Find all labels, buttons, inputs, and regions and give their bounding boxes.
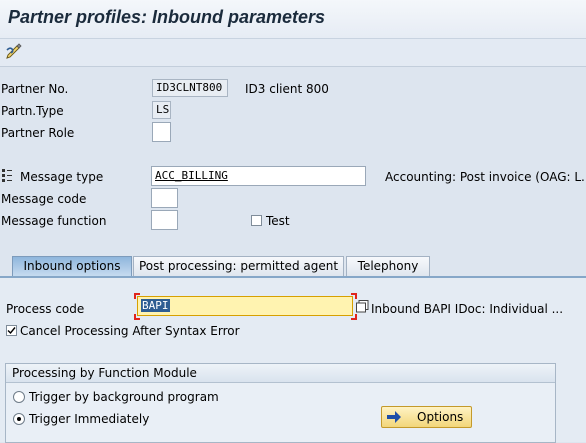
partner-no-description: ID3 client 800 [245, 82, 329, 96]
partner-no-field: ID3CLNT800 [152, 79, 228, 97]
test-label: Test [266, 214, 290, 228]
test-checkbox[interactable] [251, 215, 262, 226]
cancel-processing-checkbox[interactable] [6, 325, 17, 336]
required-marker-tl [134, 293, 140, 299]
required-marker-bl [134, 314, 140, 320]
message-type-field[interactable]: ACC_BILLING [151, 166, 366, 186]
message-function-field[interactable] [151, 210, 178, 230]
tab-inbound-options[interactable]: Inbound options [12, 256, 132, 276]
message-type-description: Accounting: Post invoice (OAG: L... [385, 170, 586, 184]
page-title: Partner profiles: Inbound parameters [8, 7, 326, 27]
message-code-field[interactable] [151, 188, 178, 208]
message-type-icon [2, 169, 12, 183]
function-module-group-title: Processing by Function Module [12, 366, 197, 380]
partner-type-label: Partn.Type [1, 104, 64, 118]
trigger-background-radio[interactable] [13, 391, 25, 403]
required-marker-br [351, 314, 357, 320]
arrow-right-icon [387, 411, 401, 426]
application-toolbar [0, 39, 586, 67]
tab-post-processing[interactable]: Post processing: permitted agent [133, 256, 344, 276]
process-code-description: Inbound BAPI IDoc: Individual ... [371, 302, 564, 316]
process-code-label: Process code [6, 302, 85, 316]
message-code-label: Message code [1, 192, 87, 206]
process-code-value: BAPI [141, 299, 170, 312]
process-code-field[interactable]: BAPI [137, 296, 353, 316]
trigger-immediately-radio[interactable] [13, 413, 25, 425]
cancel-processing-label: Cancel Processing After Syntax Error [20, 324, 240, 338]
required-marker-tr [351, 293, 357, 299]
message-function-label: Message function [1, 214, 107, 228]
options-button-label: Options [417, 410, 464, 424]
message-type-label: Message type [20, 170, 104, 184]
partner-role-field[interactable] [152, 122, 171, 142]
partner-role-label: Partner Role [1, 126, 75, 140]
trigger-immediately-label: Trigger Immediately [29, 412, 150, 426]
options-button[interactable]: Options [381, 406, 472, 428]
trigger-background-label: Trigger by background program [29, 390, 219, 404]
copy-icon[interactable] [356, 300, 369, 313]
tab-strip: Inbound options Post processing: permitt… [0, 256, 586, 276]
display-change-icon[interactable] [4, 43, 24, 61]
partner-no-label: Partner No. [1, 82, 69, 96]
title-bar: Partner profiles: Inbound parameters [0, 0, 586, 39]
partner-type-field: LS [152, 101, 171, 119]
tab-telephony[interactable]: Telephony [346, 256, 430, 276]
